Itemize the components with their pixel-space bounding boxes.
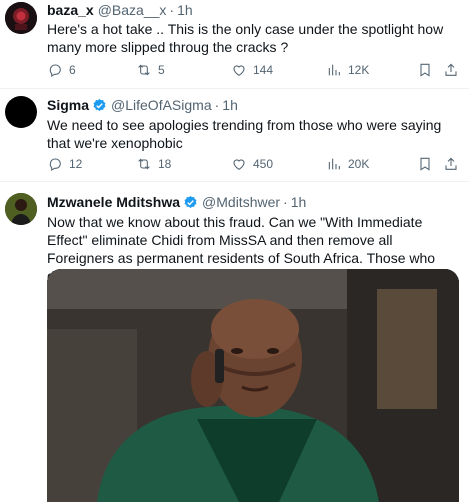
avatar[interactable] [5,96,37,128]
share-icon [443,62,459,78]
retweet-icon [136,62,152,78]
author-handle[interactable]: @Mditshwer [202,193,280,211]
share-button[interactable] [443,62,459,78]
tweet[interactable]: baza_x @Baza__x · 1h Here's a hot take .… [0,0,469,89]
tweet-photo[interactable] [47,269,459,502]
bookmark-button[interactable] [417,156,433,172]
separator-dot: · [283,194,288,210]
like-button[interactable]: 450 [231,156,273,172]
retweet-count: 5 [158,63,165,77]
reply-icon [47,62,63,78]
timestamp[interactable]: 1h [177,1,193,19]
author-name[interactable]: Sigma [47,96,89,114]
timestamp[interactable]: 1h [291,193,307,211]
heart-icon [231,62,247,78]
verified-badge-icon [92,98,107,113]
share-icon [443,156,459,172]
bookmark-icon [417,156,433,172]
retweet-button[interactable]: 5 [136,62,165,78]
reply-button[interactable]: 12 [47,156,82,172]
avatar[interactable] [5,2,37,34]
reply-count: 12 [69,157,83,171]
share-button[interactable] [443,156,459,172]
action-bar: 6 5 144 12K [47,62,457,80]
like-count: 450 [253,157,274,171]
author-name[interactable]: baza_x [47,1,94,19]
reply-button[interactable]: 6 [47,62,76,78]
like-count: 144 [253,63,274,77]
retweet-count: 18 [158,157,172,171]
bookmark-icon [417,62,433,78]
views-button[interactable]: 12K [326,62,369,78]
separator-dot: · [169,2,175,18]
view-count: 12K [348,63,370,77]
separator-dot: · [214,97,220,113]
reply-count: 6 [69,63,76,77]
like-button[interactable]: 144 [231,62,273,78]
action-bar: 12 18 450 20K [47,156,457,174]
view-count: 20K [348,157,370,171]
views-button[interactable]: 20K [326,156,369,172]
verified-badge-icon [183,195,198,210]
author-handle[interactable]: @LifeOfASigma [111,96,212,114]
reply-icon [47,156,63,172]
views-icon [326,62,342,78]
tweet-text: We need to see apologies trending from t… [47,117,442,151]
tweet-text: Here's a hot take .. This is the only ca… [47,21,444,55]
bookmark-button[interactable] [417,62,433,78]
heart-icon [231,156,247,172]
retweet-button[interactable]: 18 [136,156,171,172]
tweet[interactable]: Sigma @LifeOfASigma · 1h We need to see … [0,89,469,182]
author-name[interactable]: Mzwanele Mditshwa [47,193,180,211]
tweet[interactable]: Mzwanele Mditshwa @Mditshwer · 1h Now th… [0,182,469,502]
views-icon [326,156,342,172]
retweet-icon [136,156,152,172]
author-handle[interactable]: @Baza__x [98,1,167,19]
timestamp[interactable]: 1h [222,96,238,114]
avatar[interactable] [5,193,37,225]
